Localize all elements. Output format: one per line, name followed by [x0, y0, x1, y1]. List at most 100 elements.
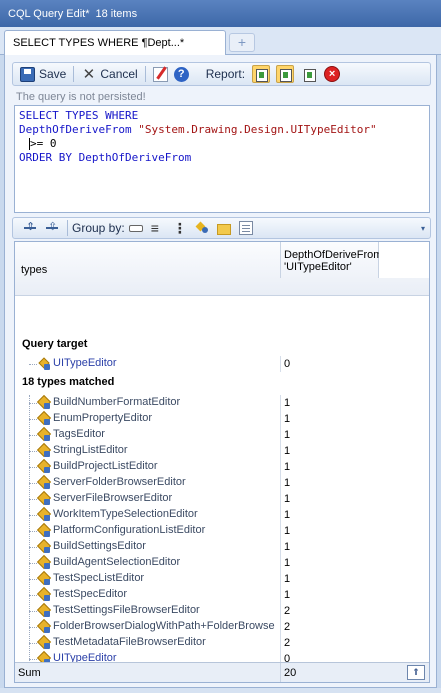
edit-query-button[interactable] [150, 64, 171, 84]
group-by-type-icon[interactable] [195, 221, 209, 235]
help-button[interactable]: ? [171, 64, 192, 84]
query-editor[interactable]: SELECT TYPES WHERE DepthOfDeriveFrom "Sy… [14, 105, 430, 213]
save-label: Save [39, 67, 67, 81]
collapse-all-icon[interactable] [45, 220, 59, 235]
sum-label: Sum [18, 667, 41, 679]
type-name: BuildProjectListEditor [53, 460, 158, 472]
depth-value: 1 [280, 539, 380, 555]
table-row[interactable]: ServerFolderBrowserEditor 1 [15, 475, 429, 491]
table-row[interactable]: TestSettingsFileBrowserEditor 2 [15, 603, 429, 619]
grid-header: types DepthOfDeriveFrom 'UITypeEditor' [15, 242, 429, 296]
type-name: BuildAgentSelectionEditor [53, 556, 181, 568]
expand-all-icon[interactable] [23, 220, 37, 235]
table-row[interactable]: EnumPropertyEditor 1 [15, 411, 429, 427]
group-by-assembly-icon[interactable] [173, 221, 187, 235]
type-icon [37, 588, 51, 602]
group-by-namespace-icon[interactable] [151, 221, 165, 235]
report-export-button[interactable] [297, 64, 321, 84]
table-row[interactable]: StringListEditor 1 [15, 443, 429, 459]
group-by-label: Group by: [72, 221, 125, 235]
tree-connector [29, 435, 37, 436]
type-icon [37, 492, 51, 506]
group-by-none-icon[interactable] [128, 224, 143, 232]
cancel-button[interactable]: ✕ Cancel [78, 64, 140, 84]
scroll-top-button[interactable]: ⇑ [407, 665, 425, 680]
type-icon [37, 508, 51, 522]
tree-connector [29, 419, 37, 420]
type-name: BuildSettingsEditor [53, 540, 146, 552]
column-header-types[interactable]: types [21, 264, 47, 276]
column-header-filler [379, 242, 429, 278]
tab-strip: SELECT TYPES WHERE ¶Dept...* + [0, 27, 441, 55]
type-icon [37, 636, 51, 650]
depth-value: 1 [280, 571, 380, 587]
type-icon [37, 444, 51, 458]
depth-value: 2 [280, 619, 380, 635]
depth-value: 1 [280, 491, 380, 507]
query-toolbar: Save ✕ Cancel ? Report: × [12, 62, 431, 86]
table-row[interactable]: PlatformConfigurationListEditor 1 [15, 523, 429, 539]
chevron-down-icon[interactable]: ▾ [421, 224, 425, 233]
tree-connector [29, 403, 37, 404]
tab-query-label: SELECT TYPES WHERE ¶Dept...* [13, 37, 185, 49]
report-html-icon [252, 65, 271, 83]
depth-value: 2 [280, 603, 380, 619]
query-line-4: ORDER BY DepthOfDeriveFrom [19, 151, 192, 164]
table-row[interactable]: ServerFileBrowserEditor 1 [15, 491, 429, 507]
table-row[interactable]: WorkItemTypeSelectionEditor 1 [15, 507, 429, 523]
toolbar-separator [67, 220, 68, 236]
table-row[interactable]: TestMetadataFileBrowserEditor 2 [15, 635, 429, 651]
tree-connector [29, 563, 37, 564]
add-tab-button[interactable]: + [229, 33, 255, 52]
table-row[interactable]: BuildAgentSelectionEditor 1 [15, 555, 429, 571]
report-export-icon [300, 65, 318, 83]
query-line-2-field: DepthOfDeriveFrom [19, 123, 139, 136]
tab-query[interactable]: SELECT TYPES WHERE ¶Dept...* [4, 30, 226, 55]
type-name: ServerFolderBrowserEditor [53, 476, 186, 488]
query-line-2-string: "System.Drawing.Design.UITypeEditor" [138, 123, 377, 136]
tree-connector [29, 467, 37, 468]
column-header-depth[interactable]: DepthOfDeriveFrom 'UITypeEditor' [280, 242, 383, 278]
query-target-row[interactable]: UITypeEditor 0 [15, 356, 429, 372]
table-row[interactable]: TestSpecListEditor 1 [15, 571, 429, 587]
grouping-toolbar: Group by: ▾ [12, 217, 431, 239]
type-icon [37, 524, 51, 538]
type-icon [37, 412, 51, 426]
report-active-button[interactable] [273, 64, 297, 84]
type-icon [37, 540, 51, 554]
table-row[interactable]: BuildProjectListEditor 1 [15, 459, 429, 475]
edit-query-icon [152, 66, 168, 82]
depth-value: 1 [280, 587, 380, 603]
tree-connector [29, 451, 37, 452]
group-by-file-icon[interactable] [238, 221, 253, 235]
cancel-label: Cancel [100, 67, 138, 81]
type-name: WorkItemTypeSelectionEditor [53, 508, 198, 520]
save-button[interactable]: Save [17, 64, 69, 84]
type-name: TestSpecEditor [53, 588, 127, 600]
tree-connector [29, 531, 37, 532]
table-row[interactable]: FolderBrowserDialogWithPath+FolderBrowse… [15, 619, 429, 635]
column-header-depth-line1: DepthOfDeriveFrom [284, 249, 383, 261]
table-row[interactable]: TagsEditor 1 [15, 427, 429, 443]
toolbar-separator [73, 66, 75, 82]
type-name: PlatformConfigurationListEditor [53, 524, 206, 536]
type-name: StringListEditor [53, 444, 128, 456]
window-bottom-edge [0, 688, 441, 693]
table-row[interactable]: BuildSettingsEditor 1 [15, 539, 429, 555]
table-row[interactable]: TestSpecEditor 1 [15, 587, 429, 603]
type-name: FolderBrowserDialogWithPath+FolderBrowse [53, 620, 275, 632]
type-name: TestSpecListEditor [53, 572, 145, 584]
type-icon [37, 572, 51, 586]
depth-value: 1 [280, 395, 380, 411]
type-icon [37, 396, 51, 410]
tree-connector [29, 627, 37, 628]
type-name: UITypeEditor [53, 357, 117, 369]
type-icon [37, 556, 51, 570]
report-html-button[interactable] [249, 64, 273, 84]
type-icon [37, 604, 51, 618]
tree-connector [29, 595, 37, 596]
table-row[interactable]: BuildNumberFormatEditor 1 [15, 395, 429, 411]
tree-connector [29, 499, 37, 500]
group-by-folder-icon[interactable] [216, 223, 231, 235]
report-stop-button[interactable]: × [321, 64, 343, 84]
